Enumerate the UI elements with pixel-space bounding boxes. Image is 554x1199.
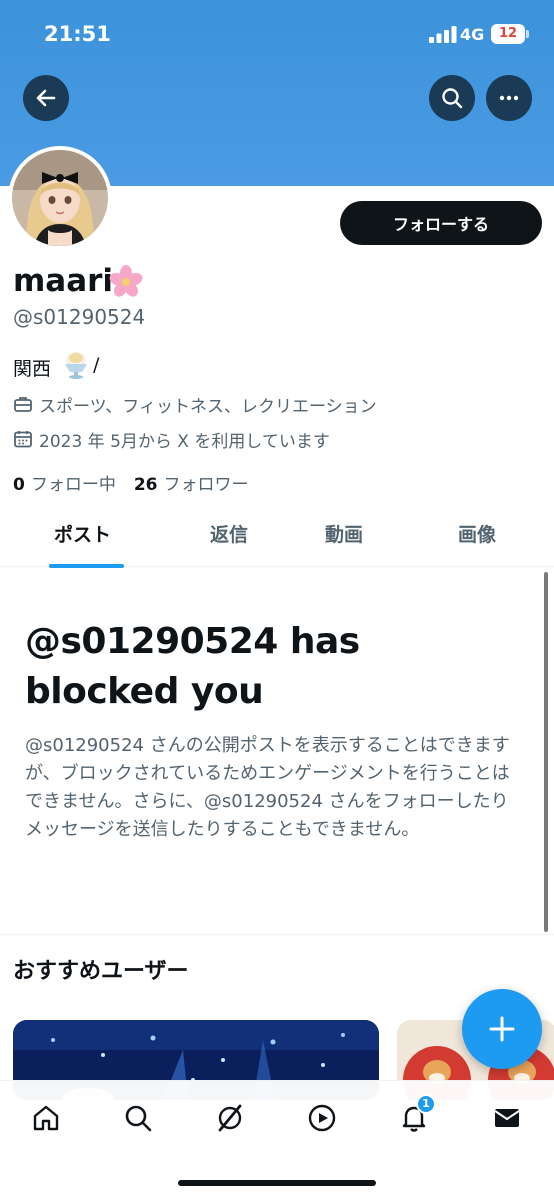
nav-grok[interactable] <box>205 1096 255 1140</box>
tab-images[interactable]: 画像 <box>458 504 496 566</box>
category-text: スポーツ、フィットネス、レクリエーション <box>39 396 377 417</box>
battery-icon: 12 <box>491 24 525 44</box>
blocked-description: @s01290524 さんの公開ポストを表示することはできますが、ブロックされて… <box>25 735 510 840</box>
tab-posts[interactable]: ポスト <box>54 504 111 566</box>
follow-button[interactable]: フォローする <box>340 201 542 245</box>
search-icon <box>125 1105 152 1132</box>
followers-label: フォロワー <box>163 475 249 495</box>
followers-link[interactable]: 26 フォロワー <box>134 470 249 495</box>
followers-count: 26 <box>133 475 158 495</box>
home-icon <box>33 1105 59 1131</box>
back-button[interactable] <box>23 75 69 121</box>
nav-video[interactable] <box>297 1096 347 1140</box>
network-label: 4G <box>460 25 485 44</box>
nav-home[interactable] <box>21 1096 71 1140</box>
bio-text: 関西 <box>13 358 52 380</box>
following-link[interactable]: 0 フォロー中 <box>13 470 116 495</box>
active-tab-indicator <box>49 564 124 568</box>
compose-button[interactable] <box>462 989 542 1069</box>
following-count: 0 <box>13 475 25 495</box>
grok-icon <box>218 1104 242 1132</box>
profile-category: スポーツ、フィットネス、レクリエーション <box>13 392 377 417</box>
signal-icon <box>429 26 457 43</box>
more-horizontal-icon <box>499 95 519 101</box>
home-indicator <box>178 1180 376 1186</box>
follow-stats: 0 フォロー中 26 フォロワー <box>13 470 249 495</box>
avatar[interactable] <box>8 146 112 250</box>
profile-tabs: ポスト 返信 動画 画像 <box>0 504 554 568</box>
arrow-left-icon <box>36 89 56 107</box>
following-label: フォロー中 <box>30 475 116 495</box>
shaved-ice-icon <box>65 352 87 379</box>
play-icon <box>308 1104 336 1132</box>
status-time: 21:51 <box>44 22 111 46</box>
bio-suffix: / <box>93 354 100 376</box>
calendar-icon <box>14 431 32 448</box>
avatar-image <box>12 150 108 246</box>
battery-cap <box>526 30 529 38</box>
tab-videos[interactable]: 動画 <box>325 504 363 566</box>
status-bar: 21:51 4G 12 <box>0 0 554 70</box>
recommendations-title: おすすめユーザー <box>13 959 189 984</box>
briefcase-icon <box>14 397 32 412</box>
section-divider <box>0 934 554 935</box>
plus-icon <box>489 1016 515 1042</box>
more-button[interactable] <box>486 75 532 121</box>
notification-badge: 1 <box>416 1094 436 1114</box>
mail-icon <box>494 1109 520 1127</box>
nav-messages[interactable] <box>482 1096 532 1140</box>
scrollbar[interactable] <box>544 572 548 932</box>
display-name: maari <box>13 263 114 299</box>
cherry-blossom-icon <box>109 265 143 297</box>
search-button[interactable] <box>429 75 475 121</box>
search-icon <box>442 88 463 109</box>
profile-joined: 2023 年 5月から X を利用しています <box>13 427 330 452</box>
nav-search[interactable] <box>113 1096 163 1140</box>
blocked-title: @s01290524 has blocked you <box>25 621 360 712</box>
nav-notifications[interactable]: 1 <box>389 1094 439 1140</box>
joined-text: 2023 年 5月から X を利用しています <box>39 431 330 452</box>
handle: @s01290524 <box>13 305 146 329</box>
tab-replies[interactable]: 返信 <box>210 504 248 566</box>
